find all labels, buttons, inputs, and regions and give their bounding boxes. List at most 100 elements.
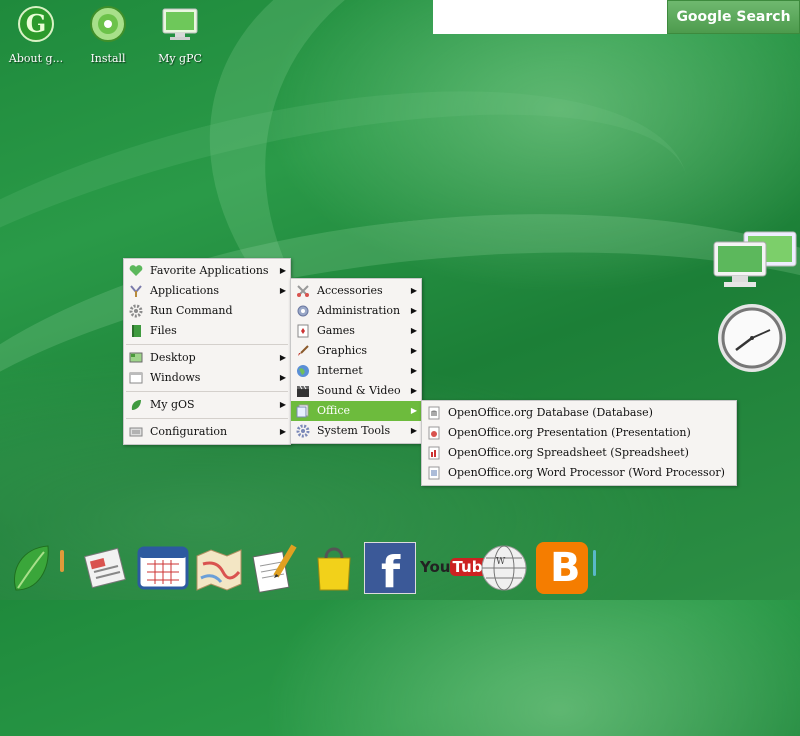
dock-separator — [60, 550, 64, 572]
menu-item-oo-presentation[interactable]: OpenOffice.org Presentation (Presentatio… — [422, 423, 736, 443]
desktop-icon-label: My gPC — [158, 52, 202, 65]
google-search-input[interactable] — [433, 0, 667, 34]
menu-item-label: My gOS — [150, 398, 195, 411]
google-search-button[interactable]: Google Search — [667, 0, 800, 34]
gos-g-icon: G — [18, 6, 54, 42]
menu-item-label: Games — [317, 324, 355, 337]
clapperboard-icon — [297, 385, 309, 397]
menu-item-oo-database[interactable]: OpenOffice.org Database (Database) — [422, 403, 736, 423]
submenu-arrow-icon: ▶ — [410, 306, 417, 315]
submenu-arrow-icon: ▶ — [410, 346, 417, 355]
news-icon[interactable] — [82, 542, 130, 594]
desktop-icon-install[interactable]: Install — [72, 4, 144, 65]
oo-presentation-icon — [428, 426, 440, 440]
monitor-icon — [162, 8, 198, 40]
config-icon — [129, 427, 143, 437]
calendar-icon[interactable] — [137, 542, 189, 594]
menu-item-windows[interactable]: Windows ▶ — [124, 368, 290, 388]
clock-widget-icon[interactable] — [716, 302, 788, 374]
office-docs-icon — [296, 404, 309, 418]
menu-item-office[interactable]: Office ▶ — [291, 401, 421, 421]
maps-icon[interactable] — [193, 542, 245, 594]
menu-item-label: Windows — [150, 371, 201, 384]
gos-leaf-icon[interactable] — [8, 540, 54, 596]
menu-item-applications[interactable]: Applications ▶ — [124, 281, 290, 301]
document-pencil-icon[interactable] — [250, 542, 302, 594]
submenu-arrow-icon: ▶ — [279, 373, 286, 382]
system-gear-icon — [296, 424, 310, 438]
facebook-f-glyph: f — [381, 547, 401, 598]
youtube-icon[interactable]: You Tube — [420, 554, 495, 580]
menu-item-label: Office — [317, 404, 351, 417]
oo-spreadsheet-icon — [428, 446, 440, 460]
menu-item-run-command[interactable]: Run Command — [124, 301, 290, 321]
menu-item-administration[interactable]: Administration ▶ — [291, 301, 421, 321]
menu-item-label: Internet — [317, 364, 363, 377]
globe-icon — [297, 365, 309, 377]
menu-item-label: Configuration — [150, 425, 228, 438]
menu-item-label: Administration — [317, 304, 401, 317]
menu-item-favorite-applications[interactable]: Favorite Applications ▶ — [124, 261, 290, 281]
blogger-icon[interactable]: B — [536, 542, 588, 594]
menu-item-oo-word-processor[interactable]: OpenOffice.org Word Processor (Word Proc… — [422, 463, 736, 483]
menu-item-files[interactable]: Files — [124, 321, 290, 341]
submenu-arrow-icon: ▶ — [410, 386, 417, 395]
submenu-arrow-icon: ▶ — [279, 427, 286, 436]
menu-item-label: Desktop — [150, 351, 196, 364]
install-disc-icon — [90, 6, 126, 42]
window-icon — [129, 372, 143, 384]
menu-item-accessories[interactable]: Accessories ▶ — [291, 281, 421, 301]
menu-item-label: Files — [150, 324, 177, 337]
facebook-icon[interactable]: f — [364, 542, 416, 598]
paintbrush-icon — [298, 345, 309, 356]
menu-item-oo-spreadsheet[interactable]: OpenOffice.org Spreadsheet (Spreadsheet) — [422, 443, 736, 463]
desktop-icon — [129, 352, 143, 363]
svg-text:G: G — [26, 9, 47, 38]
playing-card-icon — [297, 324, 309, 338]
applications-submenu: Accessories ▶ Administration ▶ Games ▶ G… — [290, 278, 422, 444]
menu-separator — [126, 344, 288, 345]
menu-separator — [126, 391, 288, 392]
gear-icon — [129, 304, 143, 318]
wikipedia-globe-icon[interactable]: W — [478, 542, 530, 594]
menu-item-my-gos[interactable]: My gOS ▶ — [124, 395, 290, 415]
menu-item-label: Graphics — [317, 344, 368, 357]
menu-item-graphics[interactable]: Graphics ▶ — [291, 341, 421, 361]
main-menu: Favorite Applications ▶ Applications ▶ R… — [123, 258, 291, 445]
menu-item-label: Run Command — [150, 304, 233, 317]
menu-item-label: Accessories — [317, 284, 383, 297]
menu-item-label: Sound & Video — [317, 384, 401, 397]
menu-item-label: OpenOffice.org Spreadsheet (Spreadsheet) — [448, 446, 689, 459]
submenu-arrow-icon: ▶ — [279, 400, 286, 409]
menu-separator — [126, 418, 288, 419]
oo-database-icon — [428, 406, 440, 420]
menu-item-internet[interactable]: Internet ▶ — [291, 361, 421, 381]
office-submenu: OpenOffice.org Database (Database) OpenO… — [421, 400, 737, 486]
desktop-icon-label: Install — [90, 52, 126, 65]
blogger-b-glyph: B — [550, 545, 581, 591]
leaf-icon — [131, 400, 141, 410]
google-search-bar: Google Search — [433, 0, 800, 34]
menu-item-label: OpenOffice.org Presentation (Presentatio… — [448, 426, 691, 439]
shopping-bag-icon[interactable] — [312, 542, 356, 594]
menu-item-system-tools[interactable]: System Tools ▶ — [291, 421, 421, 441]
submenu-arrow-icon: ▶ — [410, 286, 417, 295]
oo-writer-icon — [428, 466, 440, 480]
desktop-icon-my-gpc[interactable]: My gPC — [144, 4, 216, 65]
submenu-arrow-icon: ▶ — [279, 286, 286, 295]
menu-item-desktop[interactable]: Desktop ▶ — [124, 348, 290, 368]
menu-item-configuration[interactable]: Configuration ▶ — [124, 422, 290, 442]
network-computers-icon[interactable] — [712, 230, 800, 292]
menu-item-sound-video[interactable]: Sound & Video ▶ — [291, 381, 421, 401]
submenu-arrow-icon: ▶ — [410, 326, 417, 335]
menu-item-label: OpenOffice.org Database (Database) — [448, 406, 653, 419]
menu-item-games[interactable]: Games ▶ — [291, 321, 421, 341]
menu-item-label: Favorite Applications — [150, 264, 269, 277]
submenu-arrow-icon: ▶ — [410, 406, 417, 415]
submenu-arrow-icon: ▶ — [279, 266, 286, 275]
submenu-arrow-icon: ▶ — [410, 366, 417, 375]
menu-item-label: Applications — [150, 284, 220, 297]
admin-gear-icon — [297, 305, 309, 317]
desktop-icon-about[interactable]: G About g... — [0, 4, 72, 65]
menu-item-label: System Tools — [317, 424, 391, 437]
